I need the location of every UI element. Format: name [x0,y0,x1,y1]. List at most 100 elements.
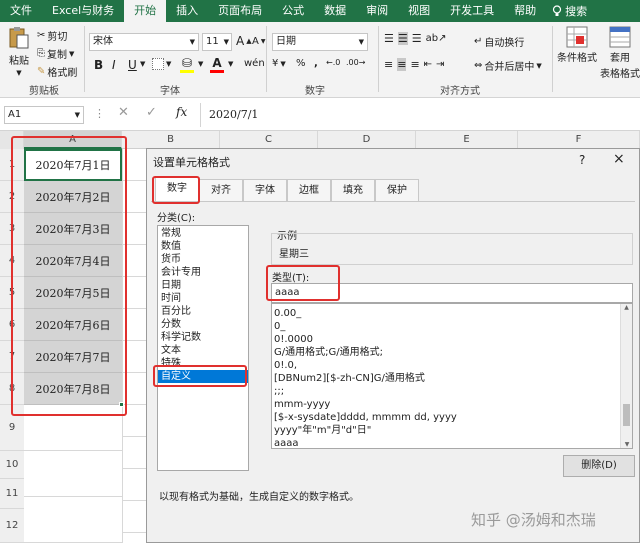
category-item[interactable]: 文本 [158,344,248,357]
type-list-item[interactable]: 0_ [272,320,632,333]
insert-function-icon[interactable]: fx [176,105,187,119]
category-item[interactable]: 分数 [158,318,248,331]
tab-data[interactable]: 数据 [314,0,356,22]
type-list-item[interactable]: 0.00_ [272,307,632,320]
align-left-icon[interactable]: ≡ [384,58,393,71]
fill-color-button[interactable]: ⛁ [180,56,194,73]
row-header-10[interactable]: 10 [0,451,24,479]
phonetic-icon: wén [244,58,265,69]
highlight-box-type [266,265,340,301]
cut-button[interactable]: ✂ 剪切 [37,28,67,43]
column-header-e[interactable]: E [416,131,518,149]
align-middle-icon[interactable]: ☰ [397,32,408,45]
scroll-down-icon[interactable]: ▼ [621,441,633,448]
category-item[interactable]: 货币 [158,253,248,266]
decrease-decimal-button[interactable]: .00→ [346,58,365,67]
category-item[interactable]: 科学记数 [158,331,248,344]
category-item[interactable]: 常规 [158,227,248,240]
shrink-font-button[interactable]: A ▼ [252,36,265,47]
tab-insert[interactable]: 插入 [166,0,208,22]
font-color-button[interactable]: A [210,56,224,73]
type-list-item[interactable]: ;;; [272,385,632,398]
row-header-12[interactable]: 12 [0,509,24,543]
format-painter-button[interactable]: ✎ 格式刷 [37,64,77,79]
wrap-text-button[interactable]: ↵ 自动换行 [474,34,524,49]
borders-button[interactable]: ▼ [152,58,171,70]
accounting-format-button[interactable]: ¥ ▼ [272,58,286,69]
phonetic-button[interactable]: wén [244,58,265,69]
row-header-11[interactable]: 11 [0,479,24,509]
font-size-select[interactable]: 11 ▼ [202,33,232,51]
table-format-label-1: 套用 [610,53,630,64]
type-list-item[interactable]: yyyy"年"m"月"d"日" [272,424,632,437]
category-item[interactable]: 会计专用 [158,266,248,279]
tab-developer[interactable]: 开发工具 [440,0,504,22]
formula-input[interactable]: 2020/7/1 [200,103,640,127]
indent-decrease-icon[interactable]: ⇤ [424,59,432,70]
tab-alignment[interactable]: 对齐 [199,179,243,201]
type-list-item[interactable]: 0!.0000 [272,333,632,346]
category-list[interactable]: 常规 数值 货币 会计专用 日期 时间 百分比 分数 科学记数 文本 特殊 自定… [157,225,249,471]
tab-font[interactable]: 字体 [243,179,287,201]
orientation-icon[interactable]: ab↗ [426,33,447,44]
search-box[interactable]: 搜索 [546,3,587,19]
column-header-d[interactable]: D [318,131,416,149]
chevron-down-icon[interactable]: ▼ [140,60,145,68]
merge-center-button[interactable]: ⇔ 合并后居中 ▼ [474,58,542,73]
bold-button[interactable]: B [94,58,103,72]
chevron-down-icon[interactable]: ▼ [228,60,233,68]
tab-formulas[interactable]: 公式 [272,0,314,22]
tab-help[interactable]: 帮助 [504,0,546,22]
number-format-select[interactable]: 日期 ▼ [272,33,368,51]
type-list[interactable]: 0.00_ 0_ 0!.0000 G/通用格式;G/通用格式; 0!.0, [D… [271,303,633,449]
help-button[interactable]: ? [579,153,585,167]
align-right-icon[interactable]: ≡ [410,58,419,71]
type-list-scrollbar[interactable]: ▲ ▼ [620,304,632,448]
percent-button[interactable]: % [296,58,306,69]
category-item[interactable]: 百分比 [158,305,248,318]
category-item[interactable]: 日期 [158,279,248,292]
name-box[interactable]: A1 ▼ [4,106,84,124]
column-header-b[interactable]: B [122,131,220,149]
paste-button[interactable]: 粘贴 ▼ [6,26,32,77]
cancel-icon[interactable]: ✕ [118,105,129,120]
indent-increase-icon[interactable]: ⇥ [436,59,444,70]
tab-border[interactable]: 边框 [287,179,331,201]
align-top-icon[interactable]: ☰ [384,32,394,45]
italic-button[interactable]: I [112,58,116,72]
conditional-format-button[interactable]: 条件格式 [556,26,598,64]
tab-home[interactable]: 开始 [124,0,167,22]
type-list-item[interactable]: G/通用格式;G/通用格式; [272,346,632,359]
tab-page-layout[interactable]: 页面布局 [208,0,272,22]
copy-button[interactable]: ⎘ 复制 ▼ [37,46,74,61]
font-name-select[interactable]: 宋体 ▼ [89,33,199,51]
format-as-table-button[interactable]: 套用 表格格式 [600,26,640,80]
underline-button[interactable]: U [128,58,137,72]
tab-file[interactable]: 文件 [0,0,42,22]
tab-review[interactable]: 审阅 [356,0,398,22]
type-list-item[interactable]: [$-x-sysdate]dddd, mmmm dd, yyyy [272,411,632,424]
type-list-item[interactable]: aaaa [272,437,632,450]
grow-font-button[interactable]: A ▲ [236,34,252,48]
type-list-item[interactable]: [DBNum2][$-zh-CN]G/通用格式 [272,372,632,385]
tab-protection[interactable]: 保护 [375,179,419,201]
type-list-item[interactable]: 0!.0, [272,359,632,372]
category-item[interactable]: 数值 [158,240,248,253]
align-center-icon[interactable]: ≡ [397,58,407,71]
comma-button[interactable]: , [314,58,318,69]
tab-excel-finance[interactable]: Excel与财务 [42,0,124,22]
type-list-item[interactable]: mmm-yyyy [272,398,632,411]
category-item[interactable]: 时间 [158,292,248,305]
column-header-f[interactable]: F [518,131,640,149]
increase-decimal-button[interactable]: ←.0 [326,58,340,67]
enter-icon[interactable]: ✓ [146,105,157,120]
close-button[interactable]: × [613,151,625,167]
column-header-c[interactable]: C [220,131,318,149]
delete-button[interactable]: 删除(D) [563,455,635,477]
tab-view[interactable]: 视图 [398,0,440,22]
scroll-up-icon[interactable]: ▲ [621,304,632,311]
chevron-down-icon[interactable]: ▼ [198,60,203,68]
scroll-thumb[interactable] [623,404,630,426]
align-bottom-icon[interactable]: ☰ [412,32,422,45]
tab-fill[interactable]: 填充 [331,179,375,201]
